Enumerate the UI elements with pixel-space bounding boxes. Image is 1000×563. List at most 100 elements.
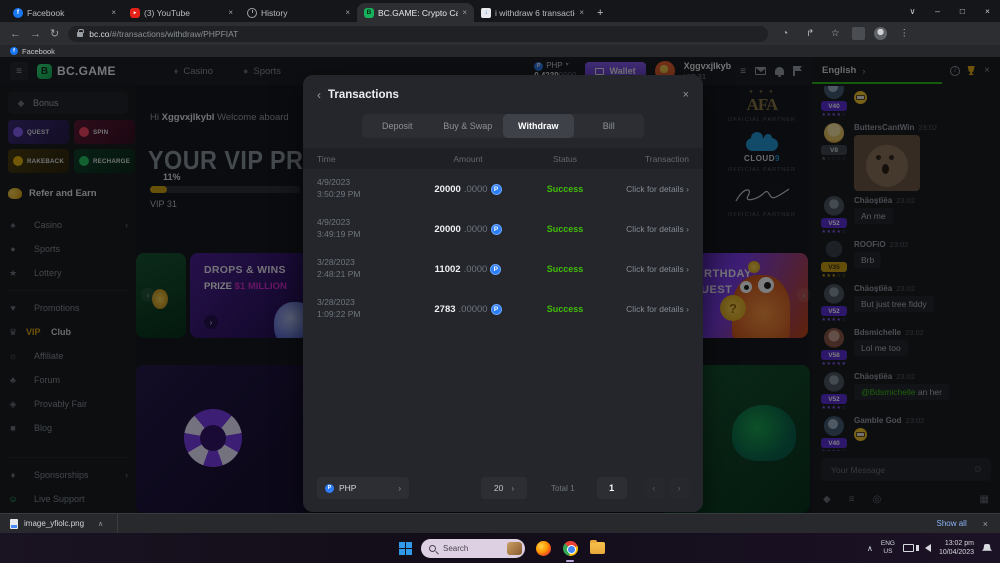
start-button-icon[interactable] bbox=[399, 542, 412, 555]
sidebar-tile[interactable]: RAKEBACK bbox=[8, 149, 69, 173]
quest-flag-icon[interactable] bbox=[793, 66, 802, 76]
sidebar-item-refer-and-earn[interactable]: Refer and Earn bbox=[8, 181, 128, 205]
taskbar-search[interactable] bbox=[421, 539, 525, 558]
sidebar-tile[interactable]: QUEST bbox=[8, 120, 69, 144]
current-page[interactable]: 1 bbox=[597, 477, 627, 499]
chat-username[interactable]: Chäoștïëa bbox=[854, 284, 892, 293]
prev-page-button[interactable]: ‹ bbox=[644, 478, 664, 498]
taskbar-explorer[interactable] bbox=[588, 533, 606, 563]
drops-and-wins-banner[interactable]: DROPS & WINS PRIZE $1 MILLION › bbox=[190, 253, 308, 338]
chat-username[interactable]: ButtersCantWin bbox=[854, 123, 914, 132]
avatar[interactable] bbox=[824, 284, 844, 304]
minimize-button[interactable]: – bbox=[925, 0, 950, 22]
sidebar-nav-item[interactable]: ♥ Promotions bbox=[8, 296, 128, 320]
tab-close-icon[interactable]: × bbox=[579, 8, 584, 17]
chat-close-icon[interactable]: × bbox=[984, 65, 990, 76]
browser-tab[interactable]: ↓ i withdraw 6 transaction 3 of the × bbox=[474, 3, 591, 22]
modal-back-icon[interactable]: ‹ bbox=[317, 88, 321, 102]
volume-icon[interactable] bbox=[925, 544, 931, 552]
search-input[interactable] bbox=[441, 543, 502, 554]
tx-details-link[interactable]: Click for details › bbox=[607, 184, 689, 194]
sidebar-nav-item[interactable]: ♛ VIP Club bbox=[8, 320, 128, 344]
tab-close-icon[interactable]: × bbox=[111, 8, 116, 17]
sidebar-item-bonus[interactable]: ◆ Bonus bbox=[8, 92, 128, 114]
download-item[interactable]: image_yfiolc.png ∧ bbox=[0, 514, 113, 533]
bell-icon[interactable] bbox=[775, 67, 784, 75]
modal-tab[interactable]: Bill bbox=[574, 114, 645, 138]
browser-tab[interactable]: History × bbox=[240, 3, 357, 22]
chat-rain-icon[interactable]: ◆ bbox=[823, 494, 831, 505]
avatar[interactable] bbox=[824, 416, 844, 436]
notifications-icon[interactable] bbox=[982, 544, 992, 553]
inbox-icon[interactable] bbox=[755, 67, 766, 75]
header-nav-item[interactable]: ♦ Casino bbox=[174, 66, 213, 77]
forward-icon[interactable]: → bbox=[30, 28, 41, 40]
sidebar-nav-item[interactable]: ♦ Sponsorships › bbox=[8, 463, 128, 487]
sidebar-nav-item[interactable]: ● Sports bbox=[8, 237, 128, 261]
chat-rules-icon[interactable]: ≡ bbox=[849, 494, 855, 505]
display-icon[interactable] bbox=[903, 544, 914, 552]
next-page-button[interactable]: › bbox=[669, 478, 689, 498]
avatar[interactable] bbox=[824, 123, 844, 143]
chat-username[interactable]: ROOFiO bbox=[854, 240, 886, 249]
address-bar[interactable]: bc.co/#/transactions/withdraw/PHPFIAT bbox=[68, 26, 768, 42]
maximize-button[interactable]: □ bbox=[950, 0, 975, 22]
header-nav-item[interactable]: ● Sports bbox=[243, 66, 281, 77]
browser-tab[interactable]: ▸ (3) YouTube × bbox=[123, 3, 240, 22]
language-indicator[interactable]: ENGUS bbox=[881, 540, 895, 556]
sidebar-nav-item[interactable]: ♣ Forum bbox=[8, 368, 128, 392]
sidebar-tile[interactable]: SPIN bbox=[74, 120, 135, 144]
emoji-picker-icon[interactable]: ☺ bbox=[973, 464, 983, 475]
show-all-link[interactable]: Show all bbox=[936, 519, 966, 528]
bookmark-star-icon[interactable]: ☆ bbox=[827, 28, 843, 39]
avatar[interactable] bbox=[824, 372, 844, 392]
taskbar-chrome[interactable] bbox=[561, 533, 579, 563]
carousel-left-icon[interactable]: ‹ bbox=[141, 288, 155, 302]
close-button[interactable]: × bbox=[975, 0, 1000, 22]
taskbar-firefox[interactable] bbox=[534, 533, 552, 563]
modal-close-icon[interactable]: × bbox=[683, 89, 689, 101]
page-size-select[interactable]: 20 › bbox=[481, 477, 527, 499]
bcgame-logo-text[interactable]: BC.GAME bbox=[57, 64, 116, 78]
reload-icon[interactable]: ↻ bbox=[50, 27, 59, 40]
hidden-icons-chevron[interactable]: ∧ bbox=[867, 544, 873, 553]
tab-close-icon[interactable]: × bbox=[345, 8, 350, 17]
currency-filter[interactable]: P PHP › bbox=[317, 477, 409, 499]
sidebar-nav-item[interactable]: ■ Blog bbox=[8, 416, 128, 440]
bcgame-logo-icon[interactable]: B bbox=[37, 64, 52, 79]
sidebar-tile[interactable]: RECHARGE bbox=[74, 149, 135, 173]
chat-info-icon[interactable]: i bbox=[950, 66, 960, 76]
chat-input[interactable] bbox=[829, 464, 968, 476]
tx-details-link[interactable]: Click for details › bbox=[607, 264, 689, 274]
avatar[interactable] bbox=[824, 240, 844, 260]
performance-icon[interactable]: ◔ bbox=[777, 28, 793, 39]
browser-tab[interactable]: f Facebook × bbox=[6, 3, 123, 22]
caret-up-icon[interactable]: ∧ bbox=[98, 520, 103, 528]
chat-coin-icon[interactable]: ◎ bbox=[873, 494, 882, 505]
sidebar-nav-item[interactable]: ◈ Provably Fair bbox=[8, 392, 128, 416]
sidebar-nav-item[interactable]: ☺ Live Support bbox=[8, 487, 128, 511]
profile-avatar[interactable] bbox=[874, 27, 887, 40]
back-icon[interactable]: ← bbox=[10, 28, 21, 40]
share-icon[interactable]: ↱ bbox=[802, 28, 818, 39]
modal-tab[interactable]: Withdraw bbox=[503, 114, 574, 138]
modal-tab[interactable]: Deposit bbox=[362, 114, 433, 138]
sidebar-nav-item[interactable]: ★ Lottery bbox=[8, 261, 128, 285]
tab-close-icon[interactable]: × bbox=[462, 8, 467, 17]
casino-promo-banner[interactable] bbox=[136, 365, 310, 513]
avatar[interactable] bbox=[824, 196, 844, 216]
modal-tab[interactable]: Buy & Swap bbox=[433, 114, 504, 138]
facebook-bookmark[interactable]: Facebook bbox=[22, 47, 55, 56]
tx-details-link[interactable]: Click for details › bbox=[607, 304, 689, 314]
chat-username[interactable]: Bdsmichelle bbox=[854, 328, 901, 337]
kebab-menu-icon[interactable]: ⋮ bbox=[896, 28, 912, 39]
browser-tab[interactable]: B BC.GAME: Crypto Casino Games × bbox=[357, 3, 474, 22]
avatar[interactable] bbox=[824, 86, 844, 99]
carousel-right-icon[interactable]: › bbox=[797, 288, 811, 302]
downloads-close-icon[interactable]: × bbox=[983, 519, 988, 529]
chat-language-tab[interactable]: English bbox=[822, 65, 856, 76]
tx-details-link[interactable]: Click for details › bbox=[607, 224, 689, 234]
side-panel-icon[interactable] bbox=[852, 27, 865, 40]
banner-go-icon[interactable]: › bbox=[204, 315, 218, 329]
sidebar-nav-item[interactable]: ♠ Casino › bbox=[8, 213, 128, 237]
